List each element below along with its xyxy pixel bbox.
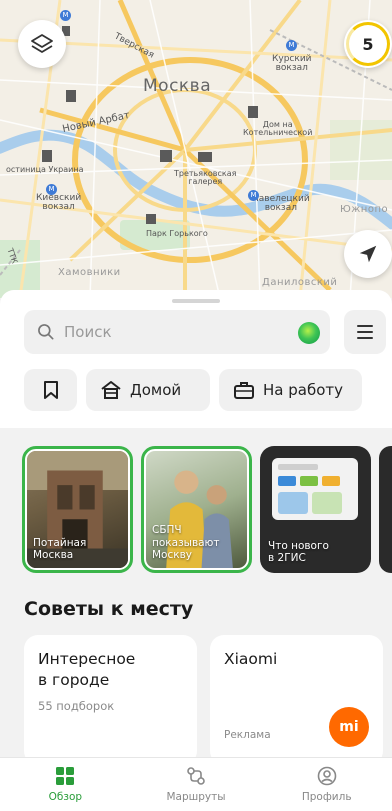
stories-row: Потайная Москва СБПЧ показывают Москву Ч… [22, 446, 392, 573]
card-title: Интересное в городе [38, 650, 136, 689]
map-label-danilovsky: Даниловский [262, 277, 338, 288]
sheet-drag-handle[interactable] [172, 299, 220, 303]
ad-label: Реклама [224, 729, 271, 741]
menu-line [357, 337, 373, 339]
story-card-partial[interactable] [379, 446, 392, 573]
voice-assistant-icon[interactable] [298, 322, 320, 344]
nav-tab-overview[interactable]: Обзор [0, 758, 131, 811]
map-label-kursky: Курский вокзал [272, 54, 312, 74]
quick-actions: Домой На работу [24, 369, 362, 411]
sheet-header: Домой На работу [0, 290, 392, 428]
ad-card[interactable]: Xiaomi Реклама mi [210, 635, 383, 765]
briefcase-icon [234, 382, 254, 399]
locate-me-button[interactable] [344, 230, 392, 278]
metro-icon: M [248, 190, 259, 201]
metro-icon: M [46, 184, 57, 195]
map-view[interactable]: Москва Курский вокзал Тверская Новый Арб… [0, 0, 392, 298]
home-icon [101, 381, 121, 399]
notifications-badge[interactable]: 5 [344, 20, 392, 68]
story-caption: Что нового в 2ГИС [268, 539, 329, 565]
card-subtitle: 55 подборок [38, 698, 115, 713]
layers-icon [31, 34, 53, 53]
card-title: Xiaomi [224, 650, 278, 668]
home-button[interactable]: Домой [86, 369, 210, 411]
routes-icon [187, 767, 205, 785]
map-label-park-gorkogo: Парк Горького [146, 229, 208, 238]
story-card[interactable]: СБПЧ показывают Москву [141, 446, 252, 573]
menu-line [357, 325, 373, 327]
tips-card[interactable]: Интересное в городе 55 подборок [24, 635, 197, 765]
story-card[interactable]: Потайная Москва [22, 446, 133, 573]
layers-button[interactable] [18, 20, 66, 68]
menu-line [357, 331, 373, 333]
story-card[interactable]: Что нового в 2ГИС [260, 446, 371, 573]
nav-tab-routes[interactable]: Маршруты [131, 758, 262, 811]
navigation-arrow-icon [359, 245, 377, 263]
metro-icon: M [286, 40, 297, 51]
map-label-tretyakov: Третьяковская галерея [174, 169, 237, 187]
badge-progress-ring [346, 22, 390, 66]
menu-button[interactable] [344, 310, 386, 354]
map-label-kotelnicheskaya: Дом на Котельнической [243, 120, 313, 138]
metro-icon: M [60, 10, 71, 21]
work-button[interactable]: На работу [219, 369, 362, 411]
map-label-yuzhnoport: Южнопо [340, 204, 389, 215]
bookmark-icon [43, 381, 58, 399]
home-label: Домой [130, 381, 182, 399]
work-label: На работу [263, 381, 343, 399]
map-label-khamovniki: Хамовники [58, 267, 121, 278]
nav-label: Маршруты [166, 791, 226, 803]
section-title: Советы к месту [24, 598, 194, 620]
map-label-ukraina: остиница Украина [6, 165, 84, 174]
nav-label: Профиль [301, 791, 352, 803]
map-label-paveletsky: Павелецкий вокзал [252, 194, 310, 214]
story-caption: СБПЧ показывают Москву [152, 524, 220, 562]
map-label-kievsky: Киевский вокзал [36, 193, 82, 213]
search-icon [38, 324, 54, 340]
app-screen: Москва Курский вокзал Тверская Новый Арб… [0, 0, 392, 811]
nav-tab-profile[interactable]: Профиль [261, 758, 392, 811]
nav-label: Обзор [48, 791, 83, 803]
search-bar[interactable] [24, 310, 330, 354]
grid-icon [56, 767, 75, 785]
search-input[interactable] [64, 323, 284, 341]
xiaomi-logo: mi [329, 707, 369, 747]
bookmarks-button[interactable] [24, 369, 77, 411]
story-caption: Потайная Москва [33, 536, 87, 562]
map-city-label: Москва [143, 76, 212, 96]
profile-icon [317, 766, 336, 786]
bottom-navigation: Обзор Маршруты Профиль [0, 757, 392, 811]
bottom-sheet: Домой На работу [0, 290, 392, 811]
